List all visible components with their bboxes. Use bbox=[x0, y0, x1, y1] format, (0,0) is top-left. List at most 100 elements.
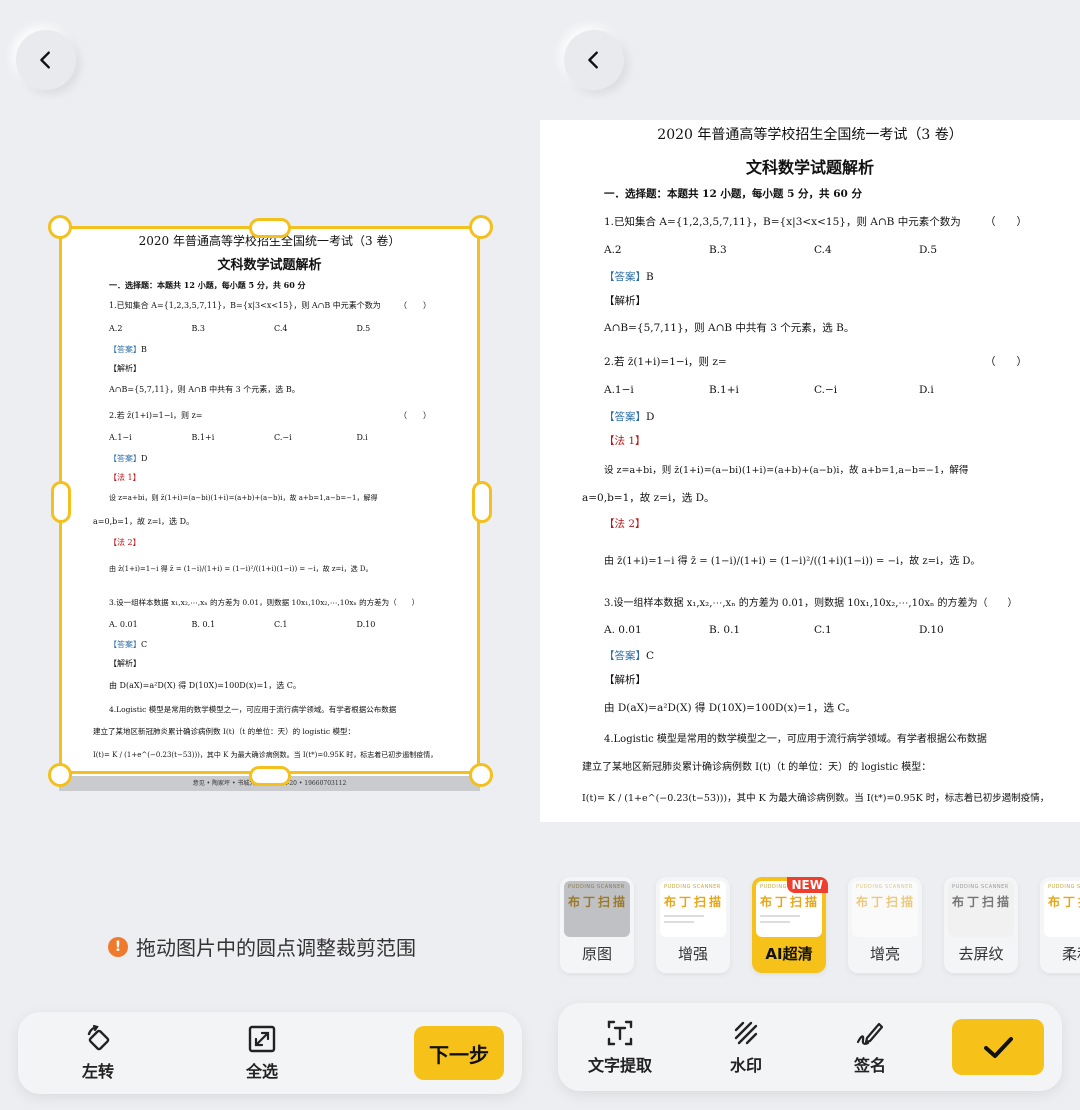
filter-label: 增亮 bbox=[869, 945, 900, 963]
thumb-brand-en: PUDDING SCANNER bbox=[952, 884, 1009, 890]
q1-answer: 【答案】B bbox=[604, 269, 654, 284]
answer-value: C bbox=[646, 650, 655, 662]
crop-handle-bottom[interactable] bbox=[249, 766, 291, 786]
next-step-button[interactable]: 下一步 bbox=[414, 1026, 504, 1080]
q2-solution2: 由 z̄(1+i)=1−i 得 z̄ = (1−i)/(1+i) = (1−i)… bbox=[604, 556, 981, 567]
select-all-button[interactable]: 全选 bbox=[246, 1024, 278, 1082]
filter-demoire[interactable]: PUDDING SCANNER 布丁扫描 去屏纹 bbox=[944, 877, 1018, 973]
option: C.4 bbox=[814, 244, 832, 256]
thumb-line bbox=[664, 915, 704, 917]
filter-label: AI超清 bbox=[765, 945, 813, 963]
option: A.1−i bbox=[604, 384, 634, 396]
crop-handle-bottom-left[interactable] bbox=[48, 763, 72, 787]
filter-label: 增强 bbox=[677, 945, 708, 963]
crop-handle-bottom-right[interactable] bbox=[469, 763, 493, 787]
text-extract-label: 文字提取 bbox=[588, 1056, 653, 1075]
thumb-brand-cn: 布丁扫描 bbox=[664, 895, 725, 909]
thumb-brand-cn: 布丁扫描 bbox=[952, 895, 1013, 909]
option: B.1+i bbox=[709, 384, 739, 396]
filter-soft[interactable]: PUDDING SCANNER 布丁扫描 柔和 bbox=[1040, 877, 1080, 973]
q3-text: 3.设一组样本数据 x₁,x₂,⋯,xₙ 的方差为 0.01，则数据 10x₁,… bbox=[604, 598, 1018, 609]
filter-label: 原图 bbox=[581, 945, 612, 963]
q1-solution: A∩B={5,7,11}，则 A∩B 中共有 3 个元素，选 B。 bbox=[604, 322, 855, 334]
filter-enhance[interactable]: PUDDING SCANNER 布丁扫描 增强 bbox=[656, 877, 730, 973]
crop-handle-right[interactable] bbox=[472, 481, 492, 523]
thumb-line bbox=[664, 921, 694, 923]
text-scan-icon bbox=[607, 1020, 633, 1046]
thumb-brand-cn: 布丁扫描 bbox=[856, 895, 917, 909]
crop-screen: 2020 年普通高等学校招生全国统一考试（3 卷） 文科数学试题解析 一．选择题… bbox=[0, 0, 540, 1110]
doc-subtitle: 文科数学试题解析 bbox=[745, 158, 874, 177]
doc-title: 2020 年普通高等学校招生全国统一考试（3 卷） bbox=[657, 127, 963, 143]
signature-button[interactable]: 签名 bbox=[854, 1018, 886, 1076]
q4-line2: 建立了某地区新冠肺炎累计确诊病例数 I(t)（t 的单位：天）的 logisti… bbox=[582, 762, 932, 773]
rotate-label: 左转 bbox=[82, 1062, 115, 1081]
option: D.5 bbox=[919, 244, 938, 256]
q1-paren: （ ） bbox=[985, 216, 1027, 228]
thumb-brand-en: PUDDING SCANNER bbox=[1048, 884, 1080, 890]
thumb-brand-en: PUDDING SCANNER bbox=[568, 884, 625, 890]
q4-line3: I(t)= K / (1+e^(−0.23(t−53)))，其中 K 为最大确诊… bbox=[582, 793, 1050, 804]
crop-handle-left[interactable] bbox=[51, 481, 71, 523]
new-badge: NEW bbox=[786, 877, 828, 893]
crop-frame bbox=[59, 226, 480, 774]
q3-options: A. 0.01 B. 0.1 C.1 D.10 bbox=[604, 624, 1024, 636]
crop-handle-top-right[interactable] bbox=[469, 215, 493, 239]
filter-thumbnail: PUDDING SCANNER 布丁扫描 bbox=[852, 881, 918, 937]
back-button[interactable] bbox=[16, 30, 76, 90]
watermark-icon bbox=[734, 1021, 758, 1045]
select-all-label: 全选 bbox=[246, 1062, 279, 1081]
confirm-button[interactable] bbox=[952, 1019, 1044, 1075]
checkmark-icon bbox=[984, 1037, 1013, 1058]
option: C.1 bbox=[814, 624, 832, 636]
back-button[interactable] bbox=[564, 30, 624, 90]
q1-options: A.2 B.3 C.4 D.5 bbox=[604, 244, 1024, 256]
filter-original[interactable]: PUDDING SCANNER 布丁扫描 原图 bbox=[560, 877, 634, 973]
filter-thumbnail: PUDDING SCANNER 布丁扫描 bbox=[564, 881, 630, 937]
signature-label: 签名 bbox=[854, 1056, 887, 1075]
watermark-label: 水印 bbox=[730, 1056, 763, 1075]
thumb-line bbox=[760, 915, 800, 917]
crop-handle-top-left[interactable] bbox=[48, 215, 72, 239]
filter-brighten[interactable]: PUDDING SCANNER 布丁扫描 增亮 bbox=[848, 877, 922, 973]
fa2-tag: 【法 2】 bbox=[604, 518, 646, 530]
thumb-brand-cn: 布丁扫描 bbox=[760, 895, 821, 909]
expand-icon bbox=[248, 1025, 276, 1053]
signature-pen-icon bbox=[856, 1022, 884, 1045]
watermark-button[interactable]: 水印 bbox=[730, 1018, 762, 1076]
rotate-icon bbox=[87, 1024, 110, 1051]
thumb-brand-en: PUDDING SCANNER bbox=[856, 884, 913, 890]
q2-paren: （ ） bbox=[985, 356, 1027, 368]
fa1-tag: 【法 1】 bbox=[604, 435, 646, 447]
option: C.−i bbox=[814, 384, 838, 396]
doc-section: 一．选择题：本题共 12 小题，每小题 5 分，共 60 分 bbox=[604, 188, 862, 200]
thumb-brand-en: PUDDING SCANNER bbox=[664, 884, 721, 890]
option: A. 0.01 bbox=[604, 624, 642, 636]
crop-hint: ! 拖动图片中的圆点调整裁剪范围 bbox=[108, 932, 416, 961]
enhance-screen: 2020 年普通高等学校招生全国统一考试（3 卷） 文科数学试题解析 一．选择题… bbox=[540, 0, 1080, 1110]
filter-label: 去屏纹 bbox=[958, 945, 1004, 963]
filter-ai-clear[interactable]: PUDDING SCANNER 布丁扫描 NEW AI超清 bbox=[752, 877, 828, 973]
q2-solution1a: 设 z=a+bi，则 z̄(1+i)=(a−bi)(1+i)=(a+b)+(a−… bbox=[604, 465, 969, 476]
document-enhanced: 2020 年普通高等学校招生全国统一考试（3 卷） 文科数学试题解析 一．选择题… bbox=[540, 120, 1080, 822]
crop-handle-top[interactable] bbox=[249, 218, 291, 238]
q2-options: A.1−i B.1+i C.−i D.i bbox=[604, 384, 1024, 396]
q2-solution1b: a=0,b=1，故 z=i，选 D。 bbox=[582, 492, 715, 504]
text-extract-button[interactable]: 文字提取 bbox=[588, 1018, 652, 1076]
answer-tag: 【答案】 bbox=[604, 411, 646, 423]
answer-tag: 【答案】 bbox=[604, 271, 646, 283]
crop-hint-text: 拖动图片中的圆点调整裁剪范围 bbox=[136, 936, 416, 960]
q1-text: 1.已知集合 A={1,2,3,5,7,11}，B={x|3<x<15}，则 A… bbox=[604, 216, 961, 228]
answer-value: D bbox=[646, 411, 655, 423]
option: D.i bbox=[919, 384, 934, 396]
answer-value: B bbox=[646, 271, 654, 283]
filter-thumbnail: PUDDING SCANNER 布丁扫描 bbox=[660, 881, 726, 937]
info-icon: ! bbox=[108, 936, 128, 957]
rotate-left-button[interactable]: 左转 bbox=[82, 1024, 114, 1082]
filter-thumbnail: PUDDING SCANNER 布丁扫描 bbox=[1044, 881, 1080, 937]
jiexi-tag: 【解析】 bbox=[604, 674, 646, 686]
filter-thumbnail: PUDDING SCANNER 布丁扫描 bbox=[948, 881, 1014, 937]
thumb-brand-cn: 布丁扫描 bbox=[1048, 895, 1080, 909]
jiexi-tag: 【解析】 bbox=[604, 295, 646, 307]
thumb-line bbox=[760, 921, 790, 923]
